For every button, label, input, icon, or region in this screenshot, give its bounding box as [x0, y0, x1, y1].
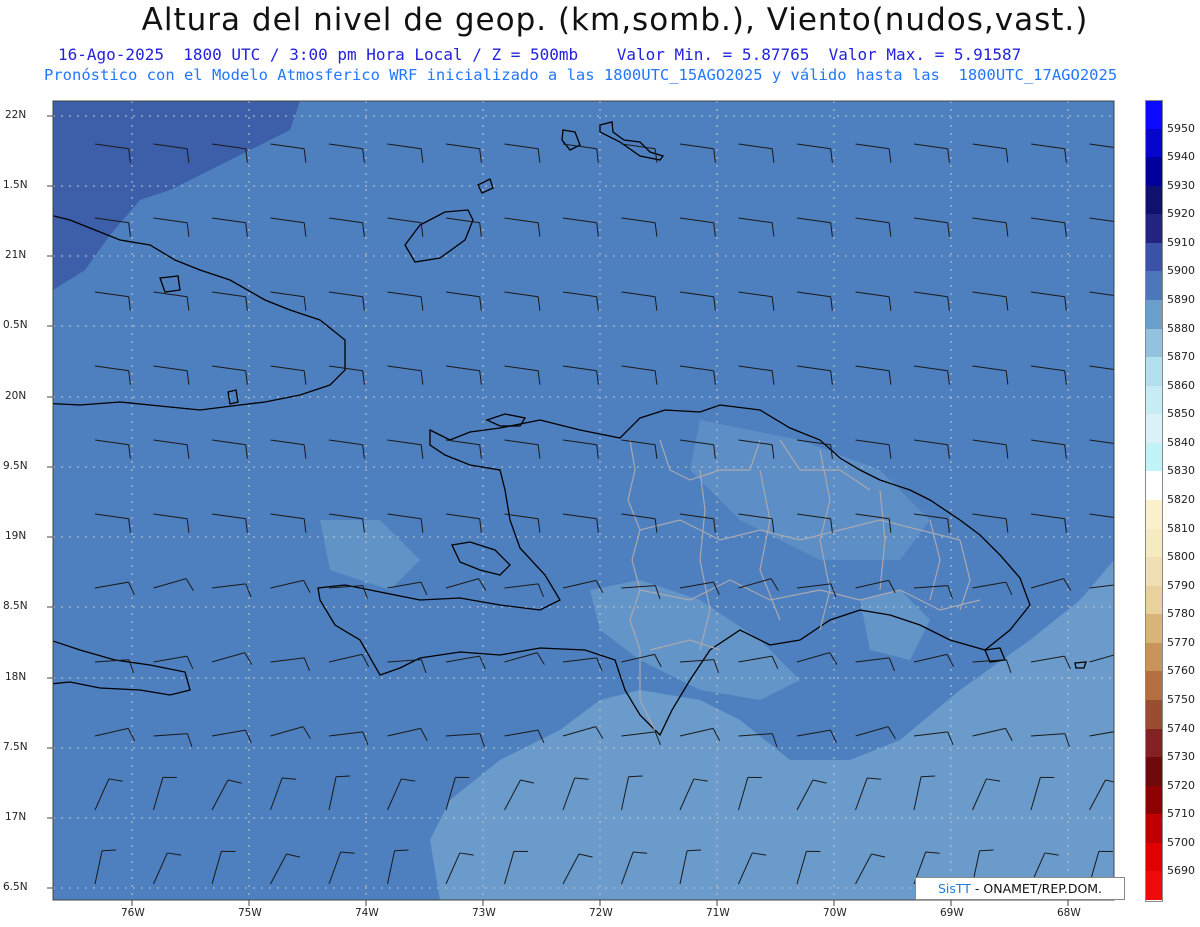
color-scale-label: 5770: [1167, 635, 1195, 649]
lon-label: 75W: [238, 907, 262, 919]
lat-label: 9.5N: [3, 460, 28, 472]
color-scale-label: 5920: [1167, 207, 1195, 221]
wind-barb-feather: [1123, 297, 1125, 311]
lat-label: 19N: [5, 530, 27, 542]
lat-label: 22N: [5, 109, 27, 121]
lon-label: 69W: [940, 907, 964, 919]
wind-barb-feather: [1123, 223, 1125, 237]
color-scale-label: 5800: [1167, 550, 1195, 564]
lat-label: 0.5N: [3, 319, 28, 331]
wind-barb-feather: [1123, 730, 1129, 743]
wind-barb-feather: [1123, 584, 1128, 597]
color-scale-label: 5730: [1167, 750, 1195, 764]
wind-barb-feather: [1122, 653, 1129, 665]
color-scale-label: 5890: [1167, 293, 1195, 306]
lat-label: 8.5N: [3, 600, 28, 612]
color-scale-label: 5940: [1167, 150, 1195, 164]
color-scale-label: 5840: [1167, 435, 1195, 449]
lat-label: 18N: [5, 671, 27, 683]
color-scale-label: 5850: [1167, 407, 1195, 421]
geopotential-map: [47, 100, 1129, 906]
color-scale-label: 5900: [1167, 264, 1195, 278]
color-scale-label: 5700: [1167, 835, 1195, 849]
color-scale-label: 5950: [1167, 121, 1195, 135]
color-scale-label: 5810: [1167, 521, 1195, 535]
wind-barb-feather: [1123, 445, 1125, 459]
color-scale-frame: [1145, 100, 1163, 902]
color-scale-label: 5790: [1167, 578, 1195, 592]
color-scale-label: 5860: [1167, 378, 1195, 392]
wind-barb-feather: [1123, 371, 1125, 385]
lon-label: 76W: [121, 907, 145, 919]
color-scale-label: 5710: [1167, 807, 1195, 821]
lat-label: 21N: [5, 249, 27, 261]
lon-label: 68W: [1057, 907, 1081, 919]
credit-box: SisTT - ONAMET/REP.DOM.: [915, 877, 1125, 900]
sis-logo-text: SisTT: [937, 881, 971, 896]
lat-label: 20N: [5, 390, 27, 402]
credit-text: - ONAMET/REP.DOM.: [970, 881, 1103, 896]
lon-label: 71W: [706, 907, 730, 919]
color-scale-label: 5830: [1167, 464, 1195, 478]
color-scale-label: 5740: [1167, 721, 1195, 735]
wind-barb-feather: [1123, 519, 1125, 533]
lat-label: 1.5N: [3, 179, 28, 191]
color-scale-label: 5870: [1167, 350, 1195, 364]
lat-label: 7.5N: [3, 741, 28, 753]
lon-label: 72W: [589, 907, 613, 919]
color-scale-label: 5720: [1167, 778, 1195, 792]
color-scale-label: 5690: [1167, 864, 1195, 878]
color-scale-label: 5750: [1167, 693, 1195, 706]
lat-label: 6.5N: [3, 881, 28, 893]
lon-label: 73W: [472, 907, 496, 919]
color-scale-label: 5760: [1167, 664, 1195, 678]
color-scale-label: 5910: [1167, 235, 1195, 249]
color-scale-label: 5780: [1167, 607, 1195, 621]
lat-label: 17N: [5, 811, 27, 823]
wind-barb-feather: [1123, 149, 1125, 163]
color-scale-label: 5820: [1167, 493, 1195, 506]
color-scale-label: 5930: [1167, 178, 1195, 192]
color-scale-label: 5880: [1167, 321, 1195, 335]
lon-label: 70W: [823, 907, 847, 919]
lon-label: 74W: [355, 907, 379, 919]
